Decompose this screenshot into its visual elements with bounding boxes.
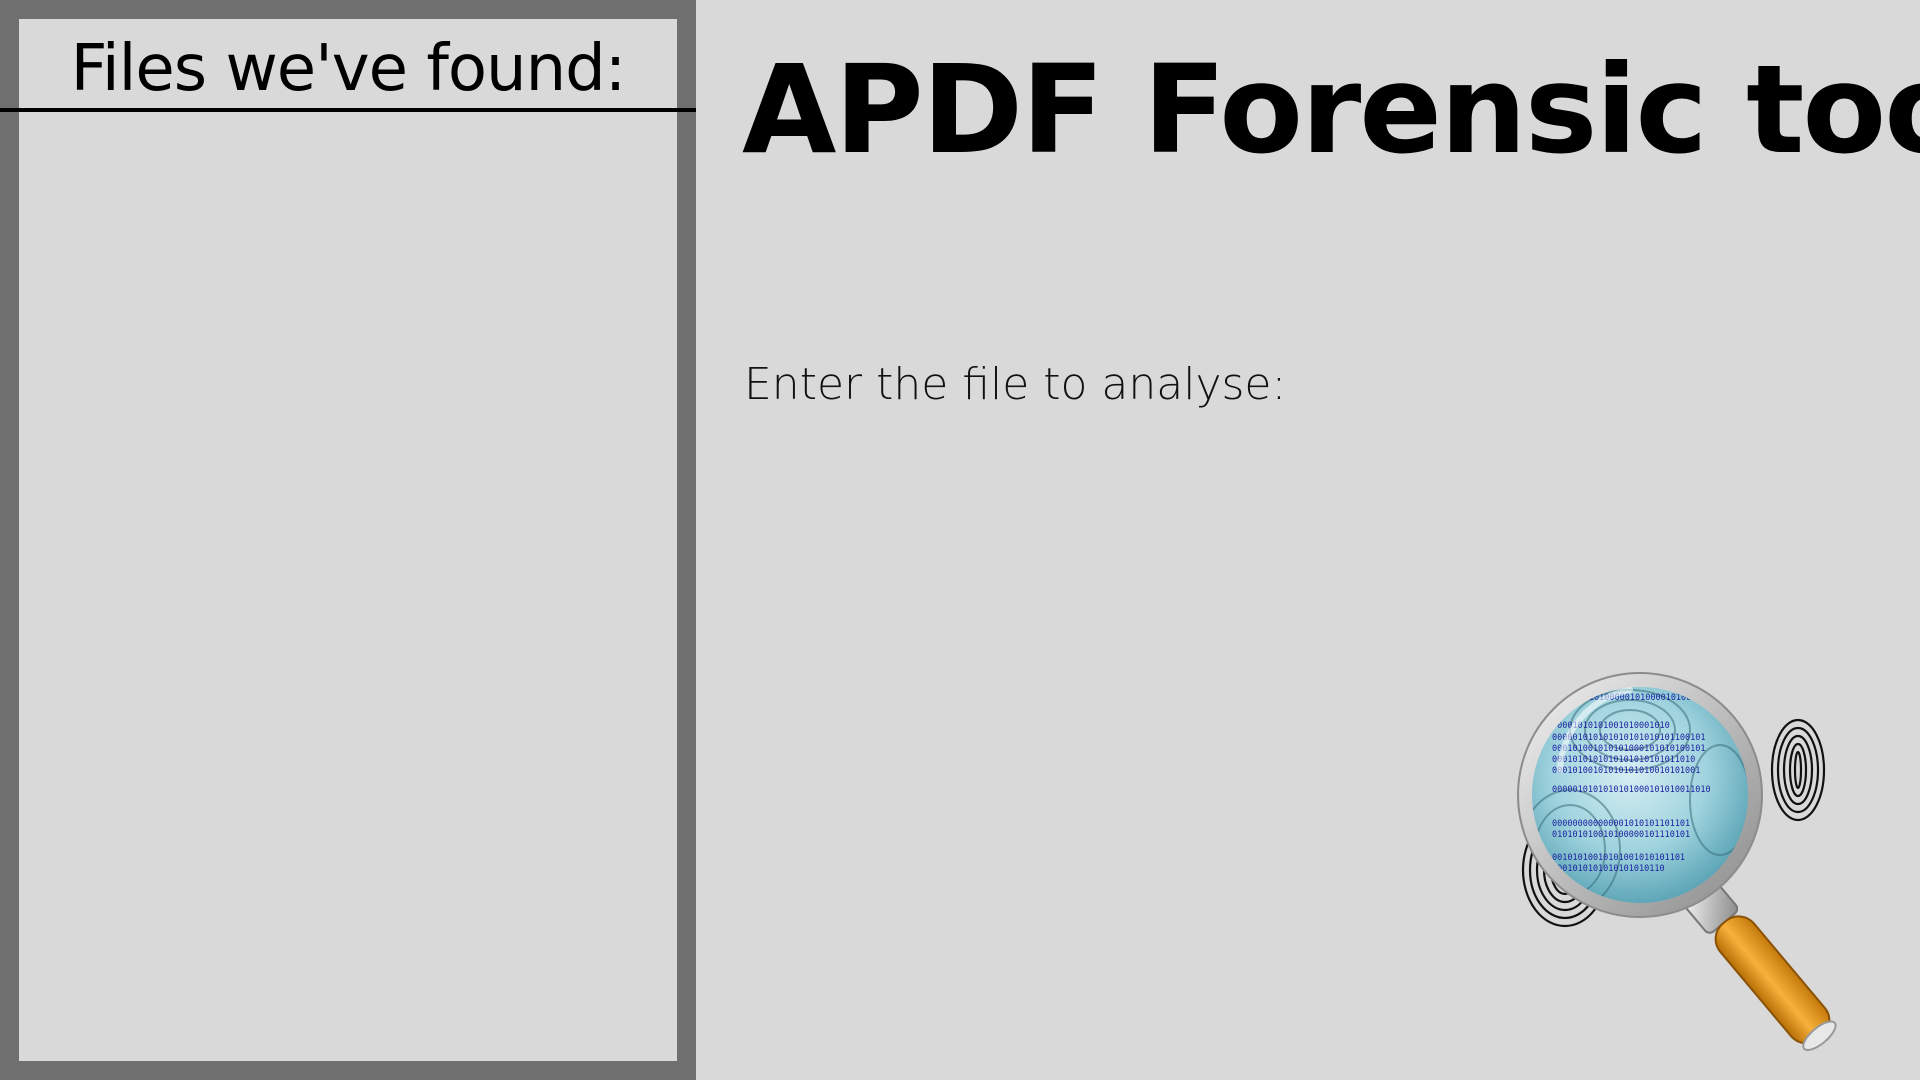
app-title: APDF Forensic tool bbox=[742, 39, 1920, 181]
binary-code-line: 000000000000001010101101101 bbox=[1552, 819, 1690, 829]
app-window: Files we've found: APDF Forensic tool En… bbox=[0, 0, 1920, 1080]
binary-code-line: 00010100101010101010010101001 bbox=[1552, 766, 1700, 776]
binary-code-line: 000101001010101000101010100101 bbox=[1552, 744, 1706, 754]
files-sidebar: Files we've found: bbox=[0, 0, 696, 1080]
magnifying-glass-fingerprint-icon: 0010001010100000101000010100000010101010… bbox=[1517, 672, 1837, 1051]
found-files-list[interactable] bbox=[19, 112, 677, 1061]
magnifier-handle bbox=[1684, 880, 1837, 1051]
binary-code-line: 0001010101010101010101011010 bbox=[1552, 755, 1695, 765]
file-input[interactable] bbox=[744, 430, 1444, 490]
file-prompt-label: Enter the file to analyse: bbox=[744, 359, 1287, 410]
binary-code-line: 00101010010101001010101101 bbox=[1552, 853, 1685, 863]
binary-code-line: 010101010010100000101110101 bbox=[1552, 830, 1690, 840]
files-panel-title: Files we've found: bbox=[70, 32, 627, 106]
binary-code-line: 000001010101010101010101100101 bbox=[1552, 733, 1706, 743]
binary-code-line: 0000010101010101000101010011010 bbox=[1552, 785, 1711, 795]
binary-code-line: 0001010101010101010110 bbox=[1552, 864, 1665, 874]
